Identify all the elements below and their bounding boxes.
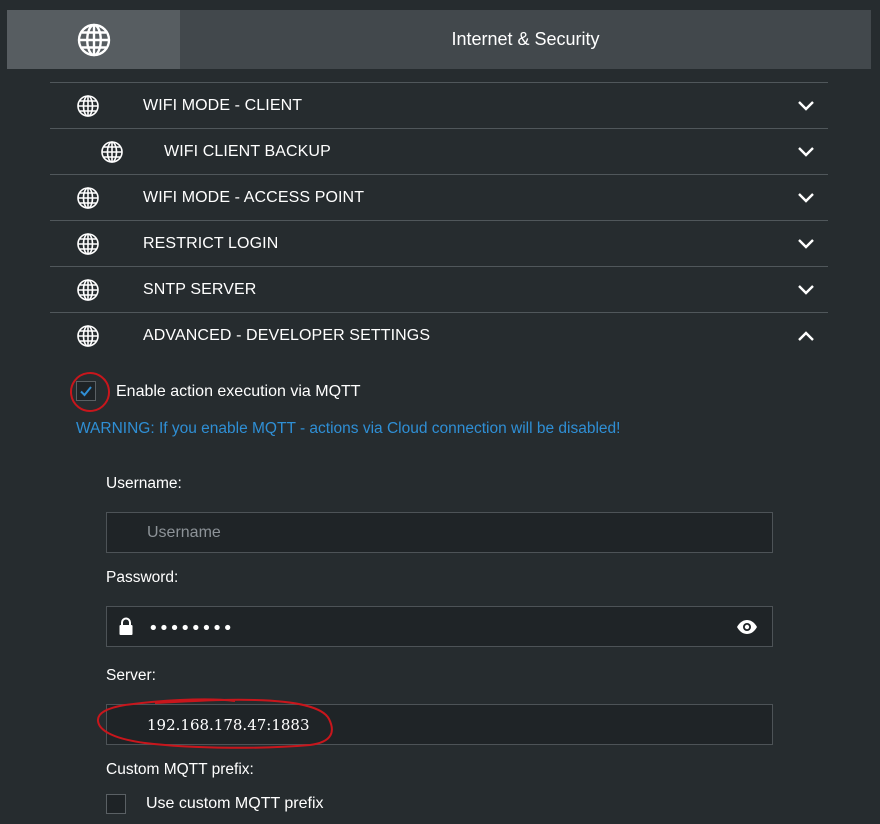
server-label: Server:	[106, 667, 156, 684]
chevron-down-icon[interactable]	[796, 96, 816, 116]
accordion-item-access-point[interactable]: WIFI MODE - ACCESS POINT	[50, 174, 828, 220]
custom-prefix-checkbox-label: Use custom MQTT prefix	[146, 795, 324, 812]
accordion-item-label: ADVANCED - DEVELOPER SETTINGS	[143, 326, 431, 344]
username-label: Username:	[106, 475, 182, 492]
chevron-down-icon[interactable]	[796, 280, 816, 300]
chevron-down-icon[interactable]	[796, 234, 816, 254]
accordion-item-label: WIFI MODE - CLIENT	[143, 96, 303, 114]
accordion-item-restrict-login[interactable]: RESTRICT LOGIN	[50, 220, 828, 266]
custom-prefix-checkbox[interactable]	[106, 794, 126, 814]
accordion-item-wifi-client[interactable]: WIFI MODE - CLIENT	[50, 82, 828, 128]
globe-icon	[77, 95, 99, 117]
settings-accordion: WIFI MODE - CLIENT WIFI CLIENT BACKUP WI…	[50, 82, 828, 358]
password-field[interactable]: ••••••••	[106, 606, 773, 647]
accordion-item-label: RESTRICT LOGIN	[143, 234, 279, 252]
username-input[interactable]	[147, 513, 707, 552]
page-title: Internet & Security	[451, 29, 600, 49]
globe-icon	[101, 141, 123, 163]
lock-icon	[119, 617, 133, 635]
accordion-item-label: WIFI CLIENT BACKUP	[164, 142, 331, 160]
password-mask: ••••••••	[148, 618, 233, 639]
server-field	[106, 704, 773, 745]
globe-icon	[77, 279, 99, 301]
username-field	[106, 512, 773, 553]
header-icon-box[interactable]	[7, 10, 180, 69]
globe-icon	[77, 23, 110, 56]
accordion-item-label: WIFI MODE - ACCESS POINT	[143, 188, 365, 206]
server-input[interactable]	[147, 705, 707, 744]
mqtt-enable-label: Enable action execution via MQTT	[116, 383, 361, 400]
custom-prefix-label: Custom MQTT prefix:	[106, 761, 254, 778]
mqtt-warning-text: WARNING: If you enable MQTT - actions vi…	[76, 420, 621, 437]
eye-icon[interactable]	[736, 618, 758, 636]
chevron-down-icon[interactable]	[796, 142, 816, 162]
accordion-item-label: SNTP SERVER	[143, 280, 257, 298]
globe-icon	[77, 325, 99, 347]
accordion-item-wifi-client-backup[interactable]: WIFI CLIENT BACKUP	[50, 128, 828, 174]
annotation-circle	[67, 369, 113, 415]
globe-icon	[77, 187, 99, 209]
chevron-up-icon[interactable]	[796, 326, 816, 346]
accordion-item-advanced-developer[interactable]: ADVANCED - DEVELOPER SETTINGS	[50, 312, 828, 358]
accordion-item-sntp-server[interactable]: SNTP SERVER	[50, 266, 828, 312]
page-header: Internet & Security	[7, 10, 871, 69]
password-label: Password:	[106, 569, 179, 586]
globe-icon	[77, 233, 99, 255]
chevron-down-icon[interactable]	[796, 188, 816, 208]
